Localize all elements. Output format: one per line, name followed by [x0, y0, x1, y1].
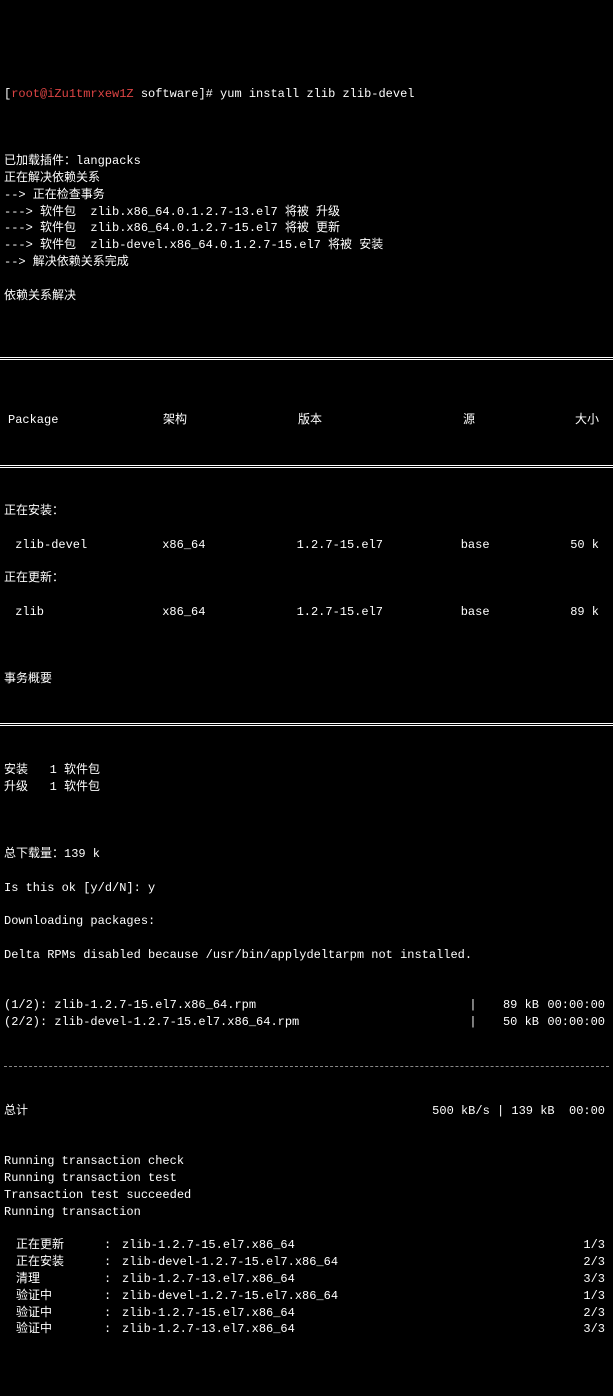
colon: : [104, 1288, 122, 1305]
action: 正在更新 [4, 1237, 104, 1254]
shell-prompt: [root@iZu1tmrxew1Z software]# yum instal… [0, 86, 613, 103]
pkg: zlib-devel-1.2.7-15.el7.x86_64 [122, 1254, 569, 1271]
cell: zlib-devel [8, 537, 162, 554]
output-line: ---> 软件包 zlib-devel.x86_64.0.1.2.7-15.el… [0, 237, 613, 254]
transaction-row: 清理: zlib-1.2.7-13.el7.x86_643/3 [0, 1271, 613, 1288]
run-line: Transaction test succeeded [0, 1187, 613, 1204]
pkg: zlib-1.2.7-13.el7.x86_64 [122, 1271, 569, 1288]
download-name: (2/2): zlib-devel-1.2.7-15.el7.x86_64.rp… [4, 1014, 465, 1031]
transaction-row: 正在安装: zlib-devel-1.2.7-15.el7.x86_642/3 [0, 1254, 613, 1271]
download-size: 89 kB [481, 997, 539, 1014]
download-row: (1/2): zlib-1.2.7-15.el7.x86_64.rpm|89 k… [0, 997, 613, 1014]
output-line [0, 271, 613, 288]
run-line: Running transaction test [0, 1170, 613, 1187]
transaction-row: 正在更新: zlib-1.2.7-15.el7.x86_641/3 [0, 1237, 613, 1254]
run-line: Running transaction check [0, 1153, 613, 1170]
counter: 1/3 [569, 1237, 609, 1254]
output-line: ---> 软件包 zlib.x86_64.0.1.2.7-13.el7 将被 升… [0, 204, 613, 221]
download-size: 50 kB [481, 1014, 539, 1031]
cell: x86_64 [162, 537, 296, 554]
transaction-row: 验证中: zlib-1.2.7-15.el7.x86_642/3 [0, 1305, 613, 1322]
package-row: zlib-develx86_641.2.7-15.el7base50 k [0, 537, 613, 554]
download-name: (1/2): zlib-1.2.7-15.el7.x86_64.rpm [4, 997, 465, 1014]
cell: base [461, 604, 570, 621]
col-arch: 架构 [163, 412, 298, 429]
action: 验证中 [4, 1288, 104, 1305]
col-size: 大小 [573, 412, 605, 429]
action: 正在安装 [4, 1254, 104, 1271]
counter: 2/3 [569, 1254, 609, 1271]
pkg: zlib-1.2.7-15.el7.x86_64 [122, 1305, 569, 1322]
counter: 3/3 [569, 1271, 609, 1288]
download-row: (2/2): zlib-devel-1.2.7-15.el7.x86_64.rp… [0, 1014, 613, 1031]
counter: 2/3 [569, 1305, 609, 1322]
action: 验证中 [4, 1321, 104, 1338]
total-download: 总下载量：139 k [0, 846, 613, 863]
run-line: Running transaction [0, 1204, 613, 1221]
transaction-row: 验证中: zlib-devel-1.2.7-15.el7.x86_641/3 [0, 1288, 613, 1305]
divider [0, 723, 613, 726]
output-line: 已加载插件：langpacks [0, 153, 613, 170]
cell: 1.2.7-15.el7 [297, 537, 461, 554]
table-header: Package 架构 版本 源 大小 [0, 412, 613, 429]
download-time: 00:00:00 [539, 1014, 609, 1031]
summary-line: 安装 1 软件包 [0, 762, 613, 779]
command-text: yum install zlib zlib-devel [220, 87, 414, 101]
cell: 50 k [570, 537, 605, 554]
confirm-prompt[interactable]: Is this ok [y/d/N]: y [0, 880, 613, 897]
pkg: zlib-devel-1.2.7-15.el7.x86_64 [122, 1288, 569, 1305]
output-line [0, 304, 613, 321]
output-line: --> 正在检查事务 [0, 187, 613, 204]
output-line: 依赖关系解决 [0, 288, 613, 305]
downloading-line: Downloading packages: [0, 913, 613, 930]
total-row: 总计 500 kB/s | 139 kB 00:00 [0, 1103, 613, 1120]
delta-rpm-line: Delta RPMs disabled because /usr/bin/app… [0, 947, 613, 964]
summary-line: 升级 1 软件包 [0, 779, 613, 796]
counter: 1/3 [569, 1288, 609, 1305]
divider [0, 357, 613, 360]
pkg: zlib-1.2.7-13.el7.x86_64 [122, 1321, 569, 1338]
col-version: 版本 [298, 412, 463, 429]
action: 清理 [4, 1271, 104, 1288]
installing-header: 正在安装： [0, 503, 613, 520]
output-line: --> 解决依赖关系完成 [0, 254, 613, 271]
user-host: root@iZu1tmrxew1Z [11, 87, 133, 101]
updating-header: 正在更新： [0, 570, 613, 587]
cell: x86_64 [162, 604, 296, 621]
cell: zlib [8, 604, 162, 621]
total-label: 总计 [4, 1103, 432, 1120]
package-row: zlibx86_641.2.7-15.el7base89 k [0, 604, 613, 621]
colon: : [104, 1305, 122, 1322]
divider [0, 465, 613, 468]
cell: 89 k [570, 604, 605, 621]
transaction-row: 验证中: zlib-1.2.7-13.el7.x86_643/3 [0, 1321, 613, 1338]
download-time: 00:00:00 [539, 997, 609, 1014]
pkg: zlib-1.2.7-15.el7.x86_64 [122, 1237, 569, 1254]
dash-divider [4, 1066, 609, 1067]
pipe-icon: | [465, 997, 481, 1014]
cell: base [461, 537, 570, 554]
counter: 3/3 [569, 1321, 609, 1338]
col-package: Package [8, 412, 163, 429]
total-rate: 500 kB/s | 139 kB 00:00 [432, 1103, 609, 1120]
colon: : [104, 1321, 122, 1338]
summary-line [0, 796, 613, 813]
output-line: 正在解决依赖关系 [0, 170, 613, 187]
pipe-icon: | [465, 1014, 481, 1031]
colon: : [104, 1254, 122, 1271]
action: 验证中 [4, 1305, 104, 1322]
output-line: ---> 软件包 zlib.x86_64.0.1.2.7-15.el7 将被 更… [0, 220, 613, 237]
cell: 1.2.7-15.el7 [297, 604, 461, 621]
summary-header: 事务概要 [0, 671, 613, 688]
colon: : [104, 1271, 122, 1288]
blank [0, 637, 613, 654]
colon: : [104, 1237, 122, 1254]
blank [0, 1372, 613, 1389]
col-repo: 源 [463, 412, 573, 429]
